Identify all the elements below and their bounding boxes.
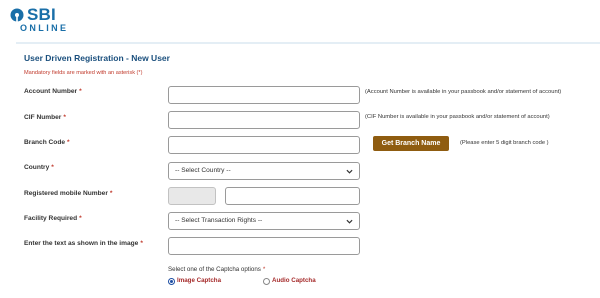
account-number-label: Account Number * <box>24 88 82 95</box>
captcha-text-label: Enter the text as shown in the image * <box>24 240 143 247</box>
account-number-label-text: Account Number <box>24 88 78 95</box>
required-marker: * <box>67 139 70 146</box>
required-marker: * <box>140 240 143 247</box>
audio-captcha-radio[interactable] <box>263 278 270 285</box>
required-marker: * <box>79 215 82 222</box>
facility-label-text: Facility Required <box>24 215 78 222</box>
branch-code-input[interactable] <box>168 136 360 154</box>
captcha-option-prompt-text: Select one of the Captcha options <box>168 266 261 273</box>
required-marker: * <box>262 266 266 273</box>
country-select[interactable]: -- Select Country -- <box>168 162 360 180</box>
required-marker: * <box>109 190 113 197</box>
mobile-number-input[interactable] <box>225 187 360 205</box>
required-marker: * <box>79 88 82 95</box>
mobile-label-text: Registered mobile Number <box>24 190 108 197</box>
get-branch-name-button[interactable]: Get Branch Name <box>373 136 449 151</box>
cif-number-label: CIF Number * <box>24 114 66 121</box>
country-select-value: -- Select Country -- <box>175 167 231 174</box>
mobile-label: Registered mobile Number * <box>24 190 112 197</box>
cif-number-label-text: CIF Number <box>24 114 62 121</box>
branch-code-label-text: Branch Code <box>24 139 66 146</box>
required-marker: * <box>63 114 66 121</box>
sbi-logo[interactable]: SBI ONLINE <box>10 5 90 37</box>
country-label: Country * <box>24 164 54 171</box>
mandatory-note: Mandatory fields are marked with an aste… <box>24 70 143 76</box>
chevron-down-icon <box>346 169 353 174</box>
captcha-text-input[interactable] <box>168 237 360 255</box>
audio-captcha-label[interactable]: Audio Captcha <box>272 277 316 284</box>
header-divider <box>16 42 600 44</box>
image-captcha-radio[interactable] <box>168 278 175 285</box>
captcha-option-prompt: Select one of the Captcha options * <box>168 266 265 273</box>
facility-label: Facility Required * <box>24 215 82 222</box>
facility-select[interactable]: -- Select Transaction Rights -- <box>168 212 360 230</box>
captcha-text-label-text: Enter the text as shown in the image <box>24 240 139 247</box>
account-number-hint: (Account Number is available in your pas… <box>365 89 562 95</box>
image-captcha-label[interactable]: Image Captcha <box>177 277 221 284</box>
site-header: SBI ONLINE <box>0 0 600 40</box>
cif-number-hint: (CIF Number is available in your passboo… <box>365 114 550 120</box>
page-title: User Driven Registration - New User <box>24 53 170 63</box>
sbi-logo-icon <box>10 8 24 22</box>
account-number-input[interactable] <box>168 86 360 104</box>
brand-tagline: ONLINE <box>20 23 69 33</box>
mobile-country-code-field <box>168 187 216 205</box>
branch-code-hint: (Please enter 5 digit branch code ) <box>460 140 549 146</box>
chevron-down-icon <box>346 219 353 224</box>
brand-name: SBI <box>27 5 56 24</box>
required-marker: * <box>51 164 54 171</box>
branch-code-label: Branch Code * <box>24 139 70 146</box>
country-label-text: Country <box>24 164 50 171</box>
cif-number-input[interactable] <box>168 111 360 129</box>
facility-select-value: -- Select Transaction Rights -- <box>175 217 263 224</box>
